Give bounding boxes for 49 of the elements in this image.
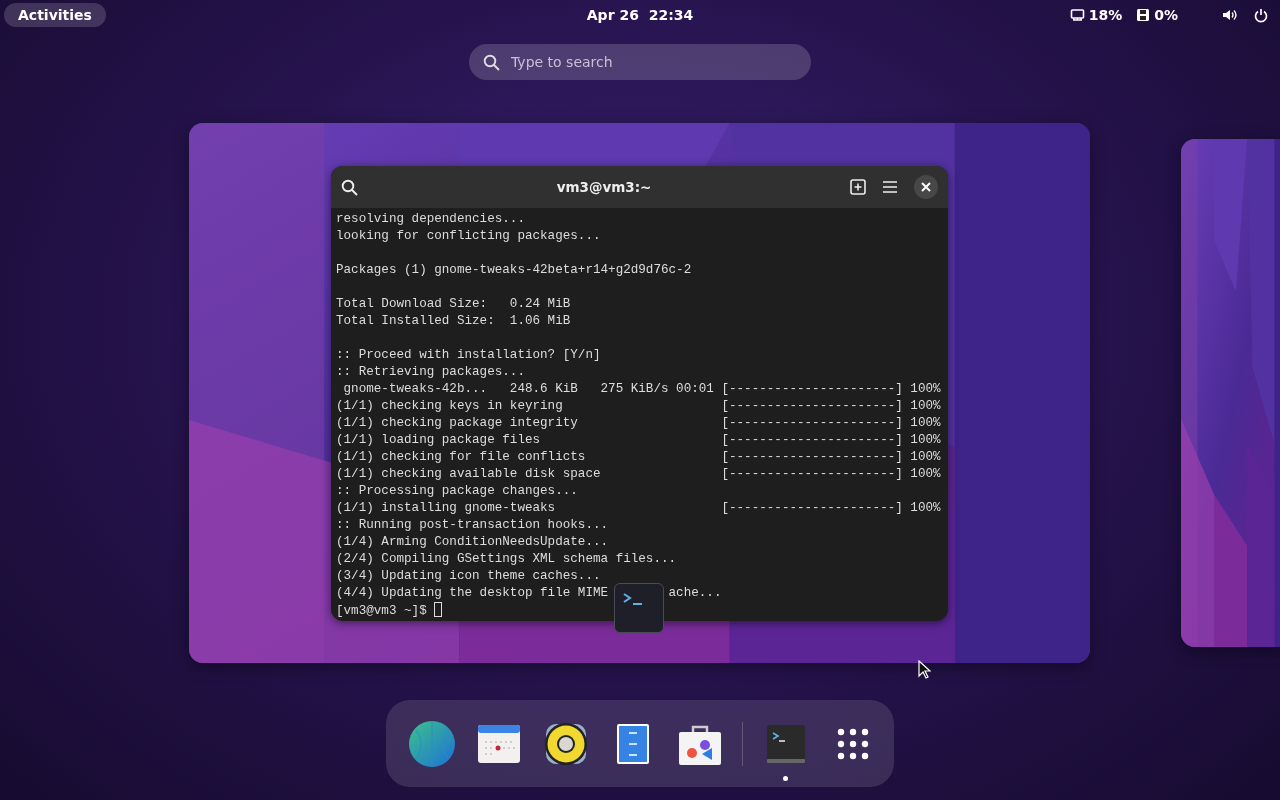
chip-icon: [1069, 8, 1085, 22]
new-tab-button[interactable]: [850, 179, 866, 195]
volume-icon[interactable]: [1222, 8, 1238, 22]
globe-icon[interactable]: [408, 719, 456, 768]
terminal-line: ache...: [668, 586, 722, 600]
terminal-line: Packages (1) gnome-tweaks-42beta+r14+g2d9d76c-2: [336, 262, 693, 279]
floppy-icon: [1136, 8, 1151, 22]
file-cabinet-icon[interactable]: [616, 722, 651, 765]
close-icon: [921, 182, 931, 192]
clock[interactable]: Apr 26 22:34: [586, 7, 694, 23]
terminal-line: (1/1) checking keys in keyring [----------------------] 100%: [336, 398, 942, 415]
cpu-usage: 18%: [1088, 7, 1123, 23]
terminal-line: (4/4) Updating the desktop file MIME: [336, 586, 609, 600]
memory-usage: 0%: [1154, 7, 1178, 23]
text-cursor: [433, 602, 442, 617]
terminal-line: (1/1) installing gnome-tweaks [----------------------] 100%: [336, 500, 942, 517]
app-grid-icon[interactable]: [836, 727, 869, 760]
terminal-line: Total Download Size: 0.24 MiB: [336, 296, 572, 313]
activities-button[interactable]: Activities: [4, 3, 106, 27]
search-icon: [483, 54, 500, 71]
terminal-line: :: Proceed with installation? [Y/n]: [336, 347, 602, 364]
terminal-line: (1/4) Arming ConditionNeedsUpdate...: [336, 534, 610, 551]
terminal-line: Total Installed Size: 1.06 MiB: [336, 313, 572, 330]
calendar-icon[interactable]: [477, 723, 522, 764]
terminal-line: :: Processing package changes...: [336, 483, 579, 500]
power-icon[interactable]: [1254, 7, 1268, 23]
speaker-icon[interactable]: [543, 720, 590, 767]
terminal-icon[interactable]: [765, 723, 806, 764]
terminal-line: (1/1) checking for file conflicts [----------------------] 100%: [336, 449, 942, 466]
menu-icon: [882, 180, 898, 194]
menu-button[interactable]: [882, 180, 898, 194]
terminal-line: (1/1) checking package integrity [----------------------] 100%: [336, 415, 942, 432]
terminal-line: (2/4) Compiling GSettings XML schema files...: [336, 551, 678, 568]
terminal-line: (3/4) Updating icon theme caches...: [336, 568, 602, 585]
terminal-line: (1/1) checking available disk space [----------------------] 100%: [336, 466, 942, 483]
close-button[interactable]: [914, 175, 938, 199]
app-icon-tile[interactable]: [614, 583, 664, 633]
terminal-line: :: Running post-transaction hooks...: [336, 517, 610, 534]
window-title: vm3@vm3:~: [555, 179, 653, 195]
search-button[interactable]: [341, 178, 358, 196]
plus-square-icon: [850, 179, 866, 195]
terminal-line: :: Retrieving packages...: [336, 364, 526, 381]
terminal-line: gnome-tweaks-42b... 248.6 KiB 275 KiB/s 00:01 [----------------------] 100%: [342, 381, 942, 398]
shell-prompt: [vm3@vm3 ~]$: [336, 604, 427, 618]
terminal-line: (1/1) loading package files [----------------------] 100%: [336, 432, 942, 449]
search-icon: [341, 178, 358, 196]
terminal-line: resolving dependencies...: [336, 211, 526, 228]
mouse-pointer-icon: [918, 660, 931, 679]
terminal-line: looking for conflicting packages...: [336, 228, 602, 245]
